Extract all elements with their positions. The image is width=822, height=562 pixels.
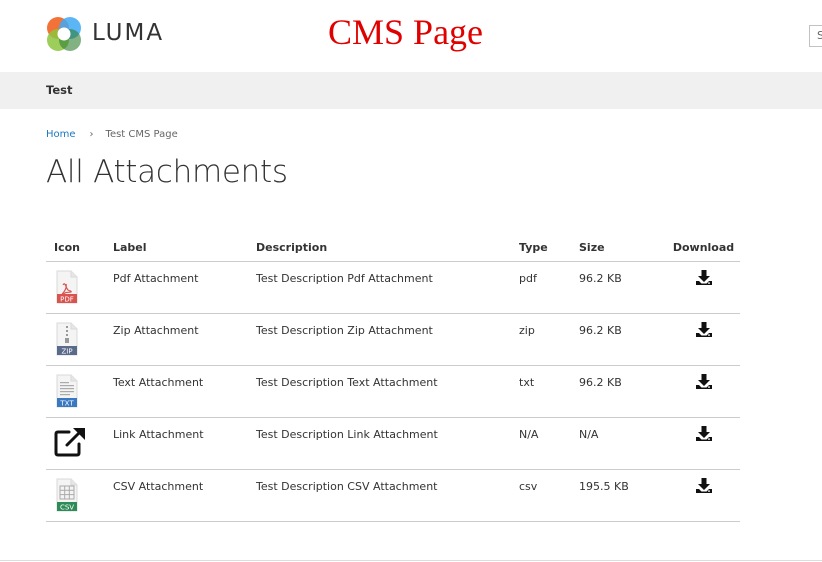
- attachment-size: 96.2 KB: [579, 324, 622, 337]
- attachment-label: Link Attachment: [113, 428, 204, 441]
- attachment-size: 96.2 KB: [579, 376, 622, 389]
- attachments-table: Icon Label Description Type Size Downloa…: [46, 233, 740, 522]
- csv-file-icon: CSV: [56, 478, 78, 512]
- table-row: ZIP Zip Attachment Test Description Zip …: [46, 313, 740, 366]
- attachment-size: 195.5 KB: [579, 480, 629, 493]
- table-row: CSV CSV Attachment Test Description CSV …: [46, 469, 740, 522]
- breadcrumb-home-link[interactable]: Home: [46, 129, 76, 140]
- footer-divider: [0, 560, 822, 561]
- attachment-type: txt: [519, 376, 535, 389]
- luma-logo-icon[interactable]: [46, 16, 82, 52]
- table-header-row: Icon Label Description Type Size Downloa…: [46, 233, 740, 262]
- nav-bar: Test: [0, 72, 822, 109]
- file-type-badge: PDF: [60, 296, 74, 304]
- column-header-description: Description: [256, 233, 519, 262]
- column-header-download: Download: [667, 233, 740, 262]
- attachment-description: Test Description CSV Attachment: [256, 480, 438, 493]
- attachment-description: Test Description Zip Attachment: [256, 324, 433, 337]
- download-icon[interactable]: [695, 478, 713, 494]
- logo-text[interactable]: LUMA: [92, 20, 164, 46]
- column-header-label: Label: [113, 233, 256, 262]
- download-icon[interactable]: [695, 270, 713, 286]
- attachment-size: N/A: [579, 428, 599, 441]
- external-link-icon: [54, 428, 85, 457]
- table-row: TXT Text Attachment Test Description Tex…: [46, 365, 740, 418]
- column-header-size: Size: [579, 233, 667, 262]
- attachment-label: Text Attachment: [113, 376, 204, 389]
- file-type-badge: ZIP: [61, 348, 72, 356]
- header: LUMA CMS Page S: [0, 0, 822, 72]
- column-header-icon: Icon: [46, 233, 113, 262]
- attachment-size: 96.2 KB: [579, 272, 622, 285]
- attachment-description: Test Description Text Attachment: [256, 376, 438, 389]
- file-type-badge: TXT: [59, 400, 74, 408]
- attachment-description: Test Description Link Attachment: [256, 428, 438, 441]
- cms-page-title: CMS Page: [328, 12, 484, 52]
- page-title: All Attachments: [46, 154, 288, 190]
- txt-file-icon: TXT: [56, 374, 78, 408]
- pdf-file-icon: PDF: [56, 270, 78, 304]
- file-type-badge: CSV: [60, 504, 74, 512]
- table-row: Link Attachment Test Description Link At…: [46, 417, 740, 470]
- table-row: PDF Pdf Attachment Test Description Pdf …: [46, 261, 740, 314]
- attachment-type: pdf: [519, 272, 537, 285]
- attachment-description: Test Description Pdf Attachment: [256, 272, 433, 285]
- attachment-type: N/A: [519, 428, 539, 441]
- nav-item-test[interactable]: Test: [46, 83, 72, 97]
- chevron-right-icon: ›: [89, 129, 94, 140]
- search-input[interactable]: S: [809, 25, 822, 47]
- download-icon[interactable]: [695, 374, 713, 390]
- attachment-label: Zip Attachment: [113, 324, 199, 337]
- attachment-type: csv: [519, 480, 538, 493]
- download-icon[interactable]: [695, 322, 713, 338]
- attachment-label: CSV Attachment: [113, 480, 204, 493]
- zip-file-icon: ZIP: [56, 322, 78, 356]
- column-header-type: Type: [519, 233, 579, 262]
- breadcrumb-current: Test CMS Page: [105, 129, 178, 140]
- attachment-label: Pdf Attachment: [113, 272, 199, 285]
- download-icon[interactable]: [695, 426, 713, 442]
- attachment-type: zip: [519, 324, 535, 337]
- breadcrumb: Home › Test CMS Page: [46, 129, 178, 140]
